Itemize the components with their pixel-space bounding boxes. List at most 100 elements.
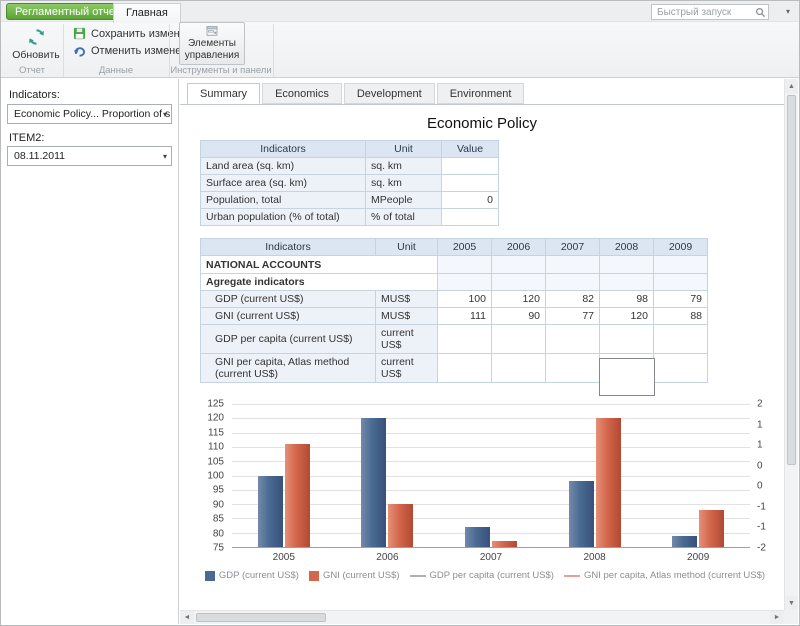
x-axis-label: 2008 (543, 552, 647, 563)
value-cell[interactable] (492, 325, 546, 354)
tab-home[interactable]: Главная (113, 3, 181, 23)
tab-development[interactable]: Development (344, 83, 435, 104)
col-header-indicators: Indicators (201, 239, 376, 256)
bar-gdp-2008 (569, 481, 594, 547)
chart: 1251201151101051009590858075 21100-1-1-2… (192, 400, 778, 588)
empty-cell (492, 256, 546, 274)
indicator-cell: GNI (current US$) (201, 308, 376, 325)
right-axis-tick: 2 (757, 399, 763, 410)
item2-select[interactable]: 08.11.2011 ▾ (7, 146, 172, 166)
selected-cell[interactable] (599, 358, 655, 396)
legend-swatch (309, 571, 319, 581)
chevron-down-icon: ▾ (163, 110, 167, 119)
legend-label: GNI per capita, Atlas method (current US… (584, 570, 765, 581)
scroll-up-button[interactable]: ▲ (785, 79, 798, 93)
indicators-label: Indicators: (9, 89, 60, 101)
group-label-data: Данные (63, 65, 169, 76)
group-label-tools: Инструменты и панели (169, 65, 273, 76)
indicator-cell: Land area (sq. km) (201, 158, 366, 175)
value-cell[interactable]: 111 (438, 308, 492, 325)
value-cell[interactable]: 90 (492, 308, 546, 325)
scroll-right-button[interactable]: ► (770, 611, 784, 624)
value-cell[interactable]: 120 (600, 308, 654, 325)
scroll-left-button[interactable]: ◄ (180, 611, 194, 624)
app-window: Регламентный отчет ▾ Главная ▾ (0, 0, 800, 626)
tab-economics[interactable]: Economics (262, 83, 342, 104)
refresh-button[interactable]: Обновить (9, 23, 63, 65)
value-cell[interactable] (546, 354, 600, 383)
search-input[interactable] (655, 5, 751, 19)
value-cell[interactable] (654, 354, 708, 383)
value-cell[interactable] (438, 354, 492, 383)
col-header-2006: 2006 (492, 239, 546, 256)
value-cell[interactable]: 0 (442, 192, 499, 209)
main-panel: Summary Economics Development Environmen… (180, 79, 784, 610)
table-header-row: Indicators Unit 2005 2006 2007 2008 2009 (201, 239, 708, 256)
section-label: Agregate indicators (201, 274, 438, 291)
bar-group (646, 404, 750, 547)
value-cell[interactable]: 100 (438, 291, 492, 308)
indicators-select[interactable]: Economic Policy... Proportion of s... (1… (7, 104, 172, 124)
value-cell[interactable]: 120 (492, 291, 546, 308)
right-axis-tick: -1 (757, 522, 766, 533)
indicator-cell: Surface area (sq. km) (201, 175, 366, 192)
chart-left-axis: 1251201151101051009590858075 (192, 404, 226, 548)
value-cell[interactable]: 98 (600, 291, 654, 308)
empty-cell (600, 256, 654, 274)
bar-gdp-2006 (361, 418, 386, 547)
right-axis-tick: 1 (757, 440, 763, 451)
chart-legend: GDP (current US$)GNI (current US$)GDP pe… (192, 570, 778, 581)
undo-icon (73, 44, 86, 57)
vertical-scrollbar[interactable]: ▲ ▼ (784, 79, 798, 610)
col-header-2005: 2005 (438, 239, 492, 256)
ribbon-body: Обновить Сохранить изменения Отменить из… (1, 22, 799, 65)
x-axis-label: 2006 (336, 552, 440, 563)
value-cell[interactable]: 88 (654, 308, 708, 325)
ribbon-group-labels: Отчет Данные Инструменты и панели (1, 65, 799, 78)
value-cell[interactable] (442, 175, 499, 192)
tab-summary[interactable]: Summary (187, 83, 260, 104)
unit-cell: current US$ (376, 325, 438, 354)
bar-group (232, 404, 336, 547)
save-icon (73, 27, 86, 40)
left-axis-tick: 85 (213, 514, 224, 525)
value-cell[interactable] (442, 209, 499, 226)
value-cell[interactable] (546, 325, 600, 354)
bar-gni-2007 (492, 541, 517, 547)
controls-button[interactable]: Элементы управления (179, 22, 245, 65)
legend-label: GDP (current US$) (219, 570, 299, 581)
value-cell[interactable] (492, 354, 546, 383)
toolbar-options-button[interactable]: ▾ (786, 7, 790, 16)
x-axis-label: 2007 (439, 552, 543, 563)
value-cell[interactable]: 82 (546, 291, 600, 308)
horizontal-scroll-thumb[interactable] (196, 613, 326, 622)
value-cell[interactable] (438, 325, 492, 354)
unit-cell: MUS$ (376, 308, 438, 325)
controls-icon (204, 26, 220, 36)
value-cell[interactable] (600, 325, 654, 354)
indicator-cell: GNI per capita, Atlas method (current US… (201, 354, 376, 383)
value-cell[interactable]: 79 (654, 291, 708, 308)
table-row: GDP (current US$) MUS$ 100 120 82 98 79 (201, 291, 708, 308)
value-cell[interactable] (654, 325, 708, 354)
col-header-2008: 2008 (600, 239, 654, 256)
x-axis-label: 2009 (646, 552, 750, 563)
search-icon[interactable] (755, 7, 766, 18)
tab-environment[interactable]: Environment (437, 83, 525, 104)
value-cell[interactable]: 77 (546, 308, 600, 325)
col-header-value: Value (442, 141, 499, 158)
bar-gdp-2007 (465, 527, 490, 547)
left-axis-tick: 95 (213, 485, 224, 496)
value-cell[interactable] (442, 158, 499, 175)
vertical-scroll-thumb[interactable] (787, 95, 796, 465)
legend-item: GNI per capita, Atlas method (current US… (564, 570, 765, 581)
report-menu-label: Регламентный отчет (15, 6, 120, 18)
table-row: GNI (current US$) MUS$ 111 90 77 120 88 (201, 308, 708, 325)
horizontal-scrollbar[interactable]: ◄ ► (180, 610, 784, 624)
right-axis-tick: 1 (757, 419, 763, 430)
unit-cell: current US$ (376, 354, 438, 383)
table-header-row: Indicators Unit Value (201, 141, 499, 158)
summary-table: Indicators Unit Value Land area (sq. km)… (200, 140, 499, 226)
empty-cell (546, 274, 600, 291)
scroll-down-button[interactable]: ▼ (785, 596, 798, 610)
